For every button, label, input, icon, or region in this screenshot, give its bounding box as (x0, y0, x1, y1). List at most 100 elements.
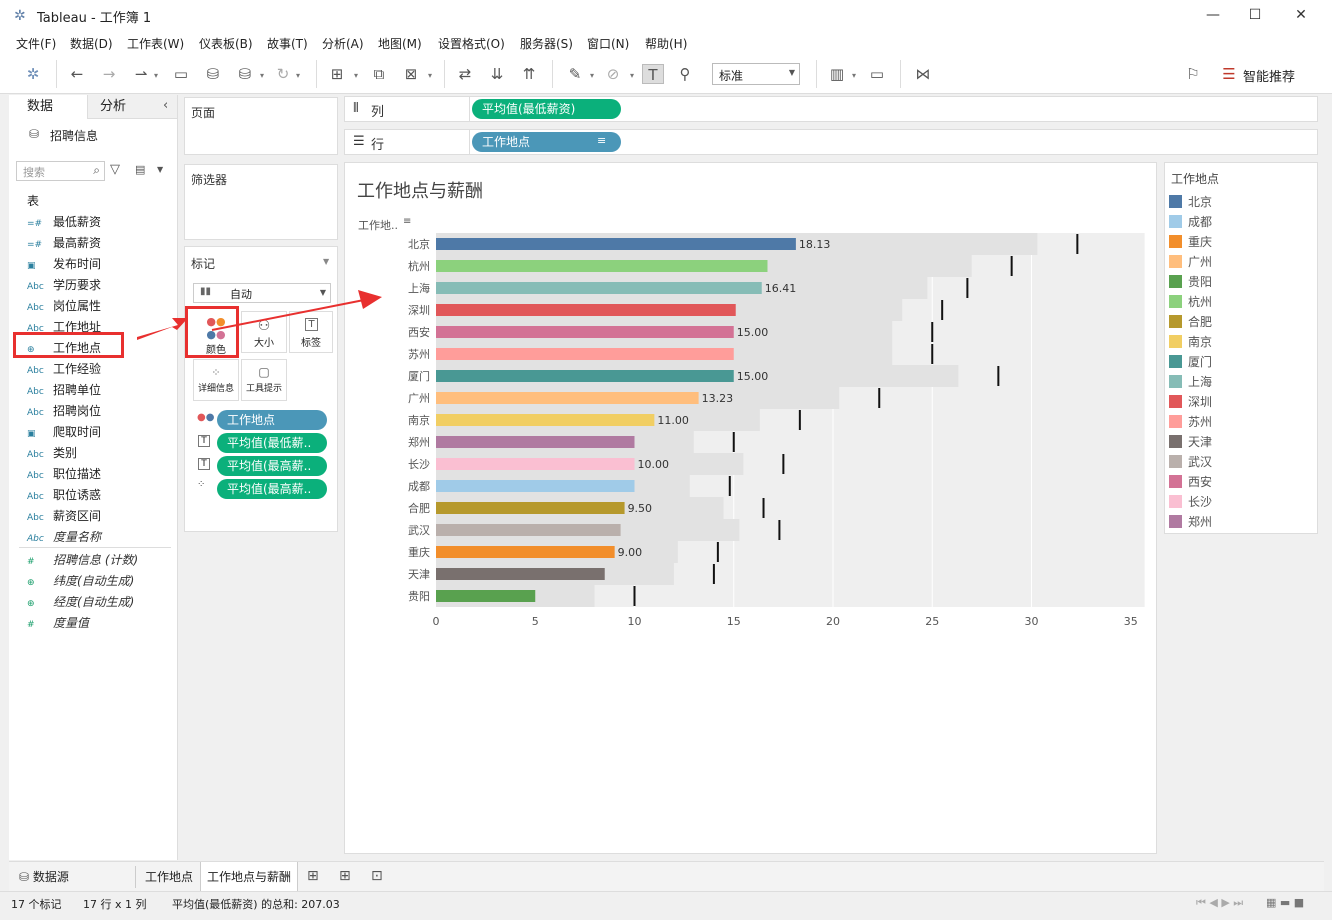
search-input[interactable]: 搜索 ⌕ (16, 161, 105, 181)
sort-ascending-icon[interactable]: ⇊ (486, 64, 508, 84)
close-button[interactable]: ✕ (1278, 0, 1324, 32)
sort-descending-icon[interactable]: ⇈ (518, 64, 540, 84)
field-item[interactable]: Abc 职位诱惑 (27, 486, 101, 507)
chevron-down-icon[interactable]: ▾ (590, 71, 594, 80)
new-worksheet-icon[interactable]: ⊞ (326, 64, 348, 84)
fit-select[interactable]: 标准 ▼ (712, 63, 800, 85)
tab-sheet2[interactable]: 工作地点与薪酬 (200, 862, 299, 892)
field-item[interactable]: Abc 招聘单位 (27, 381, 101, 402)
save-icon[interactable]: ▭ (170, 64, 192, 84)
back-icon[interactable]: ← (66, 64, 88, 84)
columns-pill[interactable]: 平均值(最低薪资) (472, 99, 621, 119)
menu-worksheet[interactable]: 工作表(W) (127, 35, 184, 52)
show-labels-icon[interactable]: T (642, 64, 664, 84)
size-button[interactable]: ⚇ 大小 (241, 311, 287, 353)
field-item[interactable]: Abc 招聘岗位 (27, 402, 101, 423)
forward-icon[interactable]: → (98, 64, 120, 84)
legend-item[interactable]: 成都 (1169, 213, 1212, 233)
chevron-down-icon[interactable]: ▾ (354, 71, 358, 80)
datasource-icon[interactable]: ⛁ (234, 64, 256, 84)
menu-story[interactable]: 故事(T) (267, 35, 308, 52)
measure-item[interactable]: ⊕ 纬度(自动生成) (27, 572, 134, 593)
menu-map[interactable]: 地图(M) (378, 35, 422, 52)
mark-pill-detail[interactable]: 平均值(最高薪.. (217, 479, 327, 499)
chevron-down-icon[interactable]: ▾ (428, 71, 432, 80)
menu-analysis[interactable]: 分析(A) (322, 35, 364, 52)
tab-datasource[interactable]: ⛁ 数据源 (13, 862, 75, 892)
smart-recommend-pin-icon[interactable]: ⚐ (1182, 64, 1204, 84)
maximize-button[interactable]: ☐ (1232, 0, 1278, 32)
legend-item[interactable]: 长沙 (1169, 493, 1212, 513)
grid-view-icon[interactable]: ▦ ▬ ■ (1266, 896, 1304, 909)
tableau-home-icon[interactable]: ✲ (22, 64, 44, 84)
mark-pill-label[interactable]: 平均值(最低薪.. (217, 433, 327, 453)
menu-data[interactable]: 数据(D) (70, 35, 113, 52)
menu-format[interactable]: 设置格式(O) (438, 35, 505, 52)
menu-file[interactable]: 文件(F) (16, 35, 56, 52)
mark-pill-label[interactable]: 平均值(最高薪.. (217, 456, 327, 476)
menu-help[interactable]: 帮助(H) (645, 35, 687, 52)
field-item[interactable]: Abc 类别 (27, 444, 77, 465)
field-item[interactable]: Abc 职位描述 (27, 465, 101, 486)
pin-icon[interactable]: ⚲ (674, 64, 696, 84)
legend-item[interactable]: 贵阳 (1169, 273, 1212, 293)
legend-item[interactable]: 西安 (1169, 473, 1212, 493)
new-worksheet-icon[interactable]: ⊞ (307, 868, 319, 884)
presentation-icon[interactable]: ▭ (866, 64, 888, 84)
pages-card[interactable]: 页面 (184, 97, 338, 155)
legend-item[interactable]: 重庆 (1169, 233, 1212, 253)
datasource-name[interactable]: 招聘信息 (50, 127, 98, 144)
label-button[interactable]: T 标签 (289, 311, 333, 353)
redo-icon[interactable]: ⇀ (130, 64, 152, 84)
field-item[interactable]: =# 最高薪资 (27, 234, 101, 255)
field-item[interactable]: Abc 工作经验 (27, 360, 101, 381)
refresh-icon[interactable]: ↻ (272, 64, 294, 84)
legend-item[interactable]: 杭州 (1169, 293, 1212, 313)
show-cards-icon[interactable]: ▥ (826, 64, 848, 84)
field-item[interactable]: ▣ 发布时间 (27, 255, 101, 276)
chevron-down-icon[interactable]: ▾ (852, 71, 856, 80)
legend-item[interactable]: 武汉 (1169, 453, 1212, 473)
rows-shelf[interactable]: ☰ 行 工作地点 ≡ (344, 129, 1318, 155)
legend-item[interactable]: 苏州 (1169, 413, 1212, 433)
menu-server[interactable]: 服务器(S) (520, 35, 573, 52)
detail-button[interactable]: ⁘ 详细信息 (193, 359, 239, 401)
measure-item[interactable]: ⊕ 经度(自动生成) (27, 593, 134, 614)
field-item[interactable]: Abc 岗位属性 (27, 297, 101, 318)
field-item[interactable]: ▣ 爬取时间 (27, 423, 101, 444)
smart-recommend-button[interactable]: 智能推荐 (1243, 66, 1295, 85)
legend-item[interactable]: 北京 (1169, 193, 1212, 213)
chevron-down-icon[interactable]: ▾ (630, 71, 634, 80)
menu-dashboard[interactable]: 仪表板(B) (199, 35, 253, 52)
legend-item[interactable]: 上海 (1169, 373, 1212, 393)
columns-shelf[interactable]: ⦀ 列 平均值(最低薪资) (344, 96, 1318, 122)
legend-item[interactable]: 广州 (1169, 253, 1212, 273)
measure-item[interactable]: # 招聘信息 (计数) (27, 551, 138, 572)
legend-item[interactable]: 南京 (1169, 333, 1212, 353)
measure-item[interactable]: # 度量值 (27, 614, 89, 635)
mark-type-select[interactable]: ▮▮ 自动 ▼ (193, 283, 331, 303)
group-icon[interactable]: ⊘ (602, 64, 624, 84)
field-item[interactable]: =# 最低薪资 (27, 213, 101, 234)
chevron-down-icon[interactable]: ▾ (260, 71, 264, 80)
field-item[interactable]: Abc 学历要求 (27, 276, 101, 297)
chevron-down-icon[interactable]: ▾ (154, 71, 158, 80)
legend-item[interactable]: 天津 (1169, 433, 1212, 453)
clear-sheet-icon[interactable]: ⊠ (400, 64, 422, 84)
duplicate-icon[interactable]: ⧉ (368, 64, 390, 84)
minimize-button[interactable]: — (1190, 0, 1236, 32)
view-list-icon[interactable]: ▤ (135, 163, 145, 176)
highlight-icon[interactable]: ✎ (564, 64, 586, 84)
new-story-icon[interactable]: ⊡ (371, 868, 383, 884)
legend-item[interactable]: 深圳 (1169, 393, 1212, 413)
chevron-down-icon[interactable]: ▾ (296, 71, 300, 80)
swap-icon[interactable]: ⇄ (454, 64, 476, 84)
tab-data[interactable]: 数据 (9, 95, 87, 119)
new-dashboard-icon[interactable]: ⊞ (339, 868, 351, 884)
chevron-down-icon[interactable]: ▼ (157, 165, 163, 174)
legend-item[interactable]: 合肥 (1169, 313, 1212, 333)
tab-sheet1[interactable]: 工作地点 (139, 862, 199, 892)
new-datasource-icon[interactable]: ⛁ (202, 64, 224, 84)
chevron-down-icon[interactable]: ▼ (323, 257, 329, 266)
show-me-icon[interactable]: ☰ (1218, 64, 1240, 84)
